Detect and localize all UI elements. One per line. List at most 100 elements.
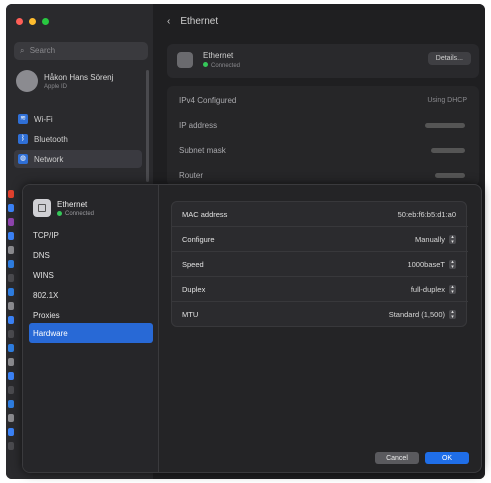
app-icon [8, 414, 14, 422]
cancel-button[interactable]: Cancel [375, 452, 419, 464]
info-label: Subnet mask [179, 146, 226, 155]
card-title: Ethernet [203, 51, 234, 60]
app-icon [8, 218, 14, 226]
sidebar-item-label: Bluetooth [34, 134, 68, 144]
window-controls [16, 18, 49, 25]
app-icon [8, 232, 14, 240]
sidebar-item-bluetooth[interactable]: ᛒ Bluetooth [14, 130, 142, 148]
tab-tcpip[interactable]: TCP/IP [29, 225, 153, 245]
redacted-value [431, 148, 465, 153]
app-icon [8, 330, 14, 338]
hardware-pane: MAC address 50:eb:f6:b5:d1:a0 Configure … [159, 185, 481, 472]
ethernet-icon [177, 52, 193, 68]
sidebar-item-wifi[interactable]: ≋ Wi-Fi [14, 110, 142, 128]
app-icon [8, 428, 14, 436]
account-name: Håkon Hans Sörenj [44, 72, 114, 82]
app-icon [8, 442, 14, 450]
configure-selected-value: Manually [414, 235, 445, 244]
card-status-text: Connected [211, 63, 241, 69]
network-info-list: IPv4 Configured Using DHCP IP address Su… [167, 86, 479, 186]
app-icon [8, 288, 14, 296]
chevron-updown-icon: ▴ ▾ [449, 235, 456, 244]
tab-dns[interactable]: DNS [29, 245, 153, 265]
mac-address-value: 50:eb:f6:b5:d1:a0 [397, 210, 456, 219]
search-icon: ⌕ [20, 46, 25, 55]
redacted-value [435, 173, 465, 178]
app-icon [8, 400, 14, 408]
app-icon [8, 190, 14, 198]
tab-8021x[interactable]: 802.1X [29, 285, 153, 305]
chevron-updown-icon: ▴ ▾ [449, 285, 456, 294]
app-icon [8, 274, 14, 282]
mtu-selected-value: Standard (1,500) [388, 310, 445, 319]
sidebar-item-label: Wi-Fi [34, 114, 53, 124]
bluetooth-icon: ᛒ [18, 134, 28, 144]
app-icon [8, 358, 14, 366]
globe-icon: ◍ [18, 154, 28, 164]
hardware-form: MAC address 50:eb:f6:b5:d1:a0 Configure … [171, 201, 468, 327]
duplex-selected-value: full-duplex [410, 285, 445, 294]
duplex-select[interactable]: full-duplex ▴ ▾ [411, 285, 456, 294]
app-icon [8, 246, 14, 254]
app-icon [8, 386, 14, 394]
account-item[interactable]: Håkon Hans Sörenj Apple ID [16, 70, 113, 92]
configure-select[interactable]: Manually ▴ ▾ [415, 235, 456, 244]
sheet-title: Ethernet [57, 199, 88, 209]
mac-address-row: MAC address 50:eb:f6:b5:d1:a0 [172, 202, 468, 227]
sheet-status: Connected [57, 211, 94, 217]
avatar [16, 70, 38, 92]
info-value: Using DHCP [427, 97, 467, 104]
speed-label: Speed [182, 260, 204, 269]
chevron-updown-icon: ▴ ▾ [449, 260, 456, 269]
mac-address-label: MAC address [182, 210, 228, 219]
ok-button[interactable]: OK [425, 452, 469, 464]
sheet-sidebar: Ethernet Connected TCP/IP DNS WINS 802.1… [23, 185, 159, 472]
mtu-row: MTU Standard (1,500) ▴ ▾ [172, 302, 468, 327]
page-header: ‹ Ethernet [167, 16, 218, 27]
speed-row: Speed 1000baseT ▴ ▾ [172, 252, 468, 277]
details-button[interactable]: Details... [427, 52, 471, 65]
zoom-window-button[interactable] [42, 18, 49, 25]
info-label: Router [179, 171, 204, 180]
sidebar-item-label: Network [34, 154, 64, 164]
minimize-window-button[interactable] [29, 18, 36, 25]
ethernet-icon [33, 199, 51, 217]
ethernet-card: Ethernet Connected Details... [167, 44, 479, 78]
page-title: Ethernet [180, 16, 219, 27]
close-window-button[interactable] [16, 18, 23, 25]
tab-proxies[interactable]: Proxies [29, 305, 153, 325]
app-icon [8, 372, 14, 380]
tab-wins[interactable]: WINS [29, 265, 153, 285]
sheet-header: Ethernet Connected [33, 199, 94, 217]
mtu-select[interactable]: Standard (1,500) ▴ ▾ [389, 310, 456, 319]
speed-selected-value: 1000baseT [407, 260, 445, 269]
tab-hardware[interactable]: Hardware [29, 323, 153, 343]
duplex-row: Duplex full-duplex ▴ ▾ [172, 277, 468, 302]
details-sheet: Ethernet Connected TCP/IP DNS WINS 802.1… [22, 184, 482, 473]
mtu-label: MTU [182, 310, 199, 319]
status-dot-icon [203, 62, 208, 67]
info-label: IP address [179, 121, 218, 130]
chevron-left-icon[interactable]: ‹ [167, 16, 170, 27]
sidebar-scrollbar[interactable] [146, 70, 149, 182]
speed-select[interactable]: 1000baseT ▴ ▾ [407, 260, 456, 269]
account-subtitle: Apple ID [44, 83, 68, 90]
chevron-updown-icon: ▴ ▾ [449, 310, 456, 319]
info-label: IPv4 Configured [179, 96, 237, 105]
status-dot-icon [57, 211, 62, 216]
sidebar-item-network[interactable]: ◍ Network [14, 150, 142, 168]
app-icon [8, 344, 14, 352]
wifi-icon: ≋ [18, 114, 28, 124]
app-icon [8, 204, 14, 212]
redacted-value [425, 123, 465, 128]
card-status: Connected [203, 62, 240, 69]
configure-label: Configure [182, 235, 215, 244]
configure-row: Configure Manually ▴ ▾ [172, 227, 468, 252]
app-icon [8, 260, 14, 268]
sidebar-icon-strip [6, 184, 16, 479]
search-input[interactable]: ⌕ Search [14, 42, 148, 60]
app-icon [8, 316, 14, 324]
duplex-label: Duplex [182, 285, 206, 294]
search-placeholder: Search [29, 46, 56, 55]
app-icon [8, 302, 14, 310]
